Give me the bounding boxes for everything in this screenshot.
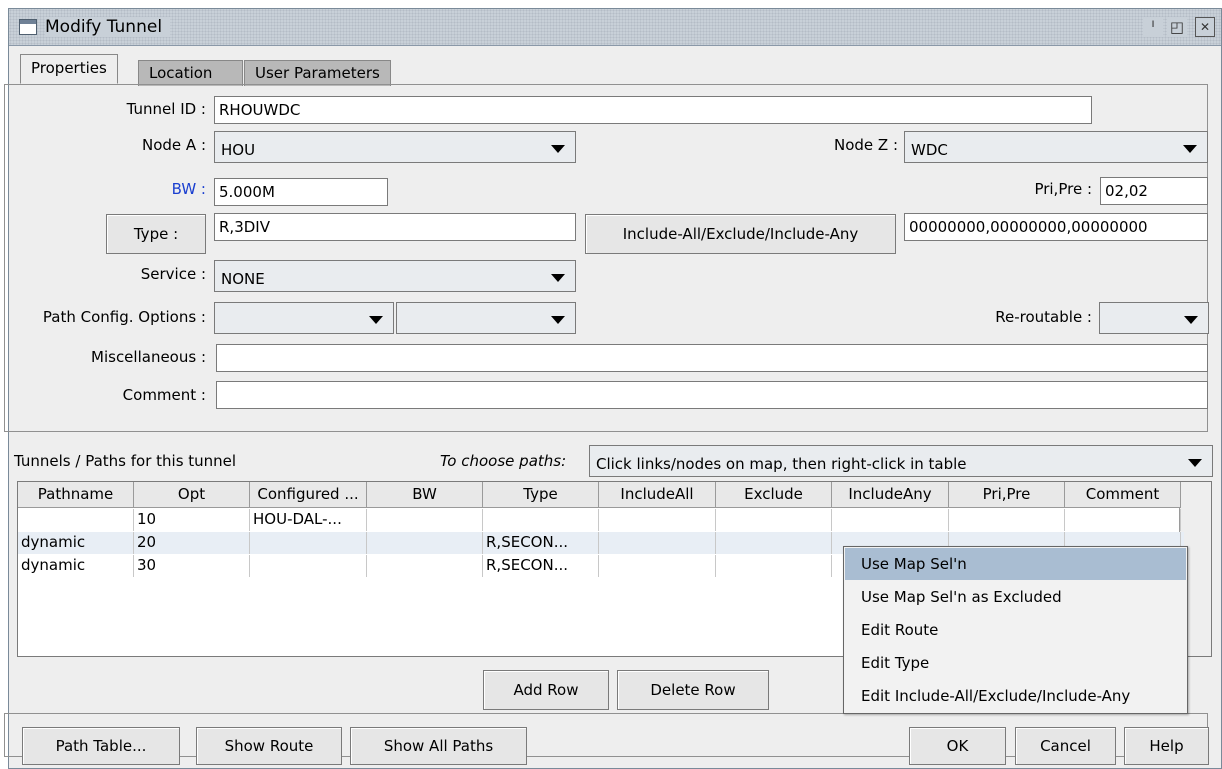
choose-paths-label: To choose paths: <box>440 452 567 470</box>
chevron-down-icon <box>551 316 565 324</box>
delete-row-button[interactable]: Delete Row <box>617 670 769 710</box>
miscellaneous-label: Miscellaneous : <box>91 348 206 366</box>
menu-item-edit-route[interactable]: Edit Route <box>845 614 1186 646</box>
node-z-select[interactable]: WDC <box>904 131 1208 163</box>
column-header-bw[interactable]: BW <box>367 482 483 508</box>
node-z-label: Node Z : <box>833 136 898 154</box>
node-z-value: WDC <box>911 141 948 159</box>
show-all-paths-button[interactable]: Show All Paths <box>350 727 527 765</box>
column-header-pri-pre[interactable]: Pri,Pre <box>949 482 1065 508</box>
include-exclude-field[interactable]: 00000000,00000000,00000000 <box>904 213 1208 241</box>
tab-location[interactable]: Location <box>138 60 243 86</box>
close-icon[interactable]: ✕ <box>1195 17 1215 37</box>
window-icon <box>19 19 37 35</box>
reroutable-select[interactable] <box>1099 302 1209 334</box>
menu-item-use-map-selection-excluded[interactable]: Use Map Sel'n as Excluded <box>845 581 1186 613</box>
menu-item-use-map-selection[interactable]: Use Map Sel'n <box>845 548 1186 580</box>
context-menu: Use Map Sel'n Use Map Sel'n as Excluded … <box>843 546 1188 714</box>
tunnel-id-field[interactable]: RHOUWDC <box>214 96 1092 124</box>
restore-icon[interactable]: ◰ <box>1167 17 1187 37</box>
chevron-down-icon <box>551 145 565 153</box>
column-header-configured[interactable]: Configured ... <box>250 482 367 508</box>
chevron-down-icon <box>1188 459 1202 467</box>
paths-section-label: Tunnels / Paths for this tunnel <box>14 452 237 470</box>
service-select[interactable]: NONE <box>214 260 576 292</box>
column-header-includeall[interactable]: IncludeAll <box>599 482 716 508</box>
column-header-includeany[interactable]: IncludeAny <box>832 482 949 508</box>
pri-pre-field[interactable]: 02,02 <box>1100 177 1208 205</box>
service-label: Service : <box>140 265 206 283</box>
miscellaneous-field[interactable] <box>216 344 1208 372</box>
window-title: Modify Tunnel <box>45 17 171 37</box>
chevron-down-icon <box>369 316 383 324</box>
table-row[interactable]: 10 HOU-DAL-... <box>18 509 1184 531</box>
comment-label: Comment : <box>122 386 206 404</box>
path-config-label: Path Config. Options : <box>42 308 206 326</box>
path-config-select-2[interactable] <box>396 302 576 334</box>
choose-paths-select[interactable]: Click links/nodes on map, then right-cli… <box>589 445 1213 477</box>
node-a-value: HOU <box>221 141 256 159</box>
table-header: Pathname Opt Configured ... BW Type Incl… <box>18 482 1211 508</box>
chevron-down-icon <box>551 274 565 282</box>
column-header-type[interactable]: Type <box>483 482 599 508</box>
ok-button[interactable]: OK <box>909 727 1006 765</box>
service-value: NONE <box>221 270 265 288</box>
chevron-down-icon <box>1183 145 1197 153</box>
cancel-button[interactable]: Cancel <box>1015 727 1116 765</box>
column-header-exclude[interactable]: Exclude <box>716 482 832 508</box>
choose-paths-value: Click links/nodes on map, then right-cli… <box>596 455 967 473</box>
add-row-button[interactable]: Add Row <box>483 670 609 710</box>
tab-user-parameters[interactable]: User Parameters <box>244 60 391 86</box>
node-a-label: Node A : <box>142 136 206 154</box>
bw-label: BW : <box>171 180 206 198</box>
tab-properties[interactable]: Properties <box>20 54 118 84</box>
type-button[interactable]: Type : <box>106 214 206 254</box>
node-a-select[interactable]: HOU <box>214 131 576 163</box>
minimize-icon[interactable]: ᑊ <box>1143 17 1163 37</box>
path-table-button[interactable]: Path Table... <box>22 727 180 765</box>
title-bar[interactable]: Modify Tunnel ᑊ ◰ ✕ <box>9 9 1221 46</box>
pri-pre-label: Pri,Pre : <box>1034 180 1092 198</box>
column-header-comment[interactable]: Comment <box>1065 482 1181 508</box>
bw-field[interactable]: 5.000M <box>214 178 388 206</box>
help-button[interactable]: Help <box>1124 727 1209 765</box>
column-header-pathname[interactable]: Pathname <box>18 482 134 508</box>
show-route-button[interactable]: Show Route <box>196 727 342 765</box>
menu-item-edit-type[interactable]: Edit Type <box>845 647 1186 679</box>
column-header-opt[interactable]: Opt <box>134 482 250 508</box>
type-field[interactable]: R,3DIV <box>214 213 576 241</box>
comment-field[interactable] <box>216 381 1208 409</box>
menu-item-edit-include-exclude[interactable]: Edit Include-All/Exclude/Include-Any <box>845 680 1186 712</box>
include-exclude-button[interactable]: Include-All/Exclude/Include-Any <box>585 214 896 254</box>
reroutable-label: Re-routable : <box>995 308 1092 326</box>
path-config-select-1[interactable] <box>214 302 394 334</box>
tunnel-id-label: Tunnel ID : <box>126 100 206 118</box>
chevron-down-icon <box>1184 316 1198 324</box>
